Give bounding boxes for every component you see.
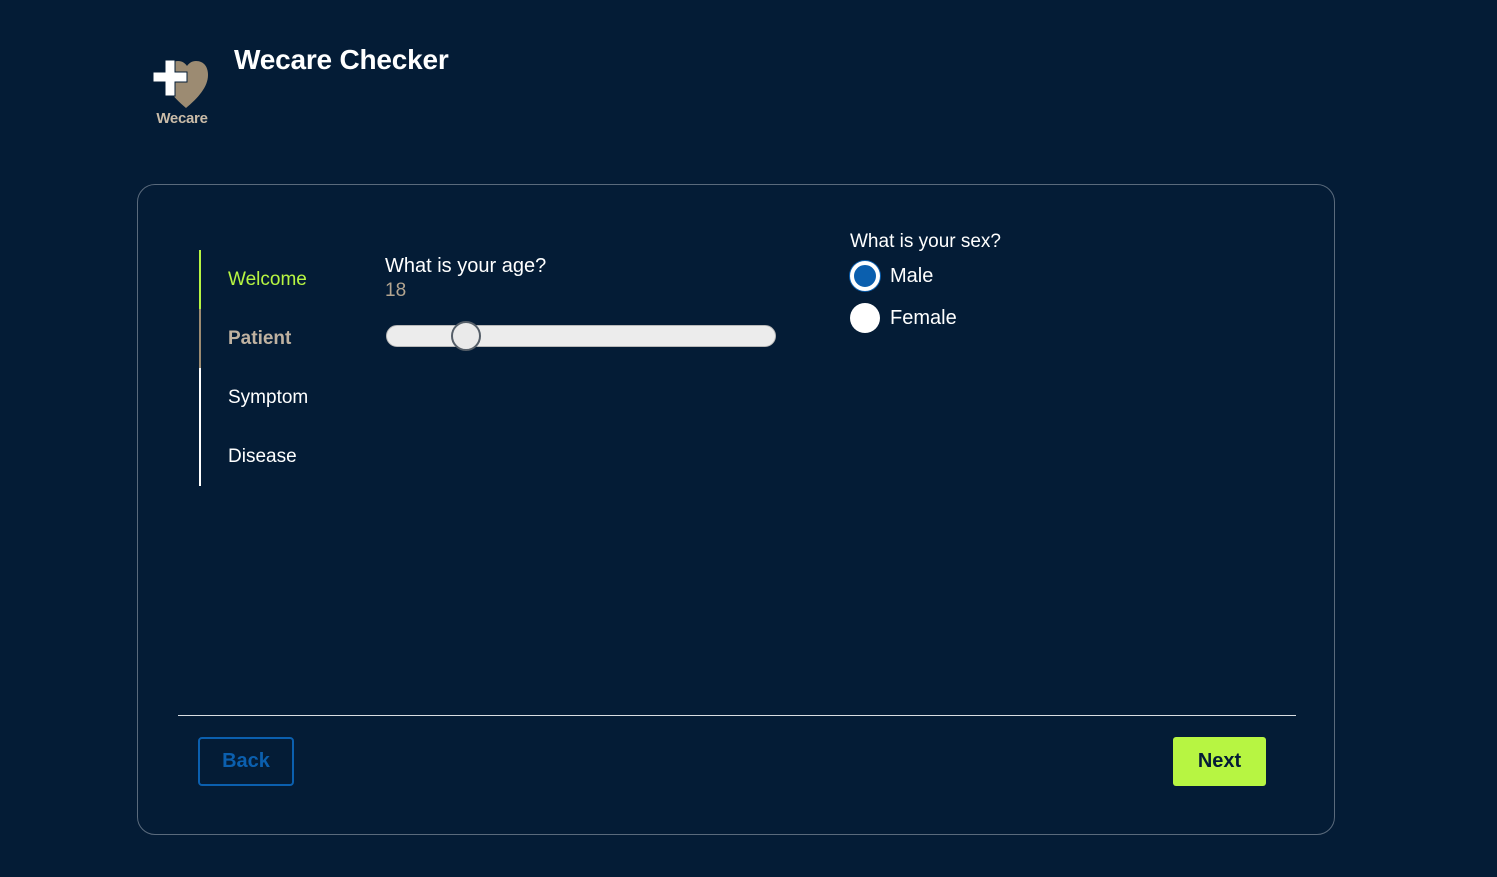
footer-divider xyxy=(178,715,1296,716)
back-button[interactable]: Back xyxy=(198,737,294,786)
step-disease[interactable]: Disease xyxy=(199,427,349,486)
step-patient[interactable]: Patient xyxy=(199,309,349,368)
radio-button-female[interactable] xyxy=(850,303,880,333)
age-slider-thumb[interactable] xyxy=(451,321,482,351)
step-welcome[interactable]: Welcome xyxy=(199,250,349,309)
sex-question: What is your sex? Male Female xyxy=(850,231,1001,337)
step-label: Disease xyxy=(228,445,297,467)
age-slider[interactable] xyxy=(386,321,776,351)
logo-text: Wecare xyxy=(156,110,208,127)
radio-label-male: Male xyxy=(890,264,934,287)
sex-question-label: What is your sex? xyxy=(850,231,1001,252)
radio-option-male[interactable]: Male xyxy=(850,257,1001,295)
age-question: What is your age? 18 xyxy=(385,255,546,302)
radio-label-female: Female xyxy=(890,306,957,329)
step-symptom[interactable]: Symptom xyxy=(199,368,349,427)
radio-button-male[interactable] xyxy=(850,261,880,291)
app-root: Wecare Wecare Checker Welcome Patient Sy… xyxy=(0,0,1497,877)
questionnaire-card: Welcome Patient Symptom Disease What is … xyxy=(137,184,1335,835)
step-label: Symptom xyxy=(228,386,309,408)
step-label: Patient xyxy=(228,327,292,349)
radio-option-female[interactable]: Female xyxy=(850,299,1001,337)
age-question-label: What is your age? xyxy=(385,255,547,277)
next-button[interactable]: Next xyxy=(1173,737,1266,786)
age-value: 18 xyxy=(385,280,407,301)
stepper: Welcome Patient Symptom Disease xyxy=(199,250,349,486)
heart-cross-icon xyxy=(152,59,208,108)
app-title: Wecare Checker xyxy=(234,44,449,75)
wecare-logo: Wecare xyxy=(150,56,214,132)
step-label: Welcome xyxy=(228,268,307,290)
